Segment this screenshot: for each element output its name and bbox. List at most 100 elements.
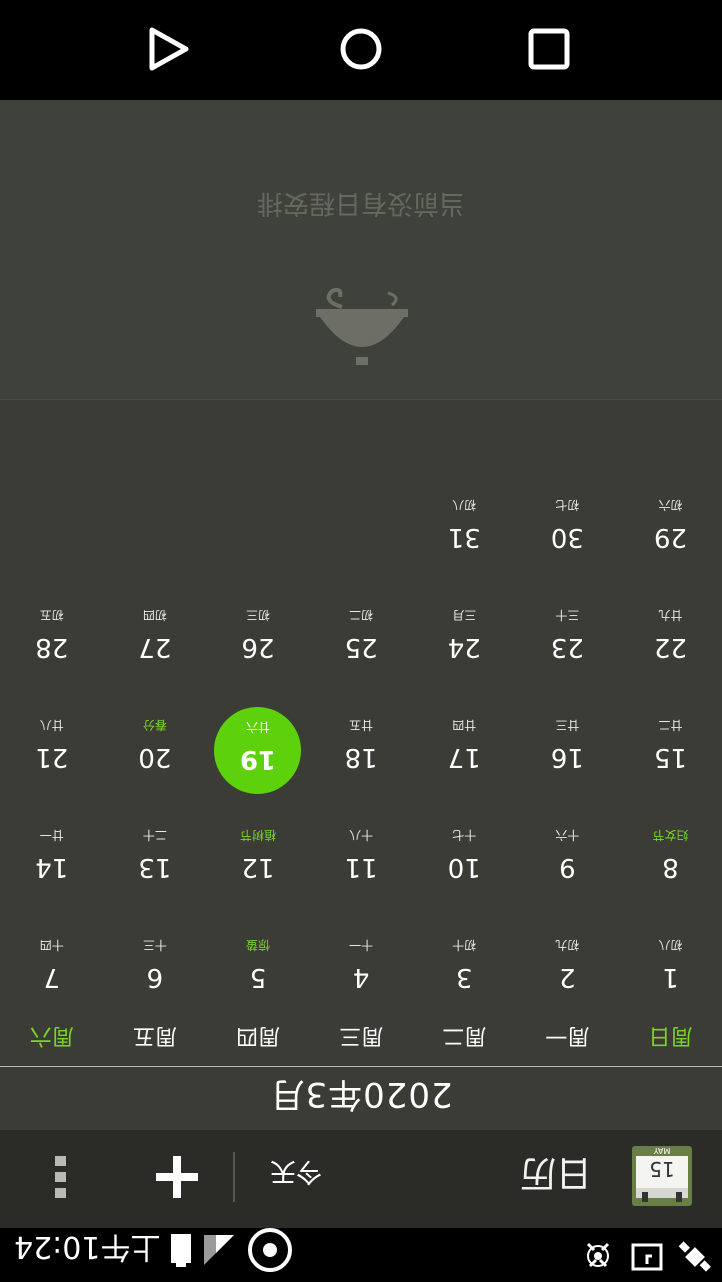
day-cell[interactable]: 16 廿三	[516, 684, 619, 794]
day-cell[interactable]: 29 初六	[619, 464, 722, 574]
weekday-header: 周日 周一 周二 周三 周四 周五 周六	[0, 1014, 722, 1056]
month-grid: 1 初八 2 初九 3 初十 4 十一 5 惊蛰 6 十三 7 十四 8 妇女节 9 十六 10 十七 11 十八 12 植树…	[0, 464, 722, 1014]
day-cell[interactable]: 10 十七	[413, 794, 516, 904]
day-number: 4	[352, 962, 370, 992]
weekday-label: 周一	[545, 1023, 590, 1048]
day-cell[interactable]: 22 廿九	[619, 574, 722, 684]
day-number: 20	[138, 742, 172, 772]
lunar-date: 十四	[39, 938, 64, 952]
lunar-date: 春分	[142, 718, 167, 732]
day-number: 18	[344, 742, 378, 772]
empty-day-cell	[310, 464, 413, 574]
day-number: 9	[559, 852, 576, 882]
day-number: 25	[344, 632, 378, 662]
day-cell[interactable]: 20 春分	[103, 684, 206, 794]
day-cell[interactable]: 4 十一	[310, 904, 413, 1014]
day-cell[interactable]: 9 十六	[516, 794, 619, 904]
day-cell[interactable]: 26 初三	[206, 574, 309, 684]
day-cell[interactable]: 11 十八	[310, 794, 413, 904]
day-cell[interactable]: 2 初九	[516, 904, 619, 1014]
back-icon[interactable]	[146, 26, 192, 72]
day-number: 19	[239, 744, 277, 774]
day-number: 5	[249, 962, 267, 992]
empty-day-cell	[0, 464, 103, 574]
status-time: 上午10:24	[14, 1229, 161, 1264]
day-number: 10	[447, 852, 481, 882]
day-cell[interactable]: 21 廿八	[0, 684, 103, 794]
week-row: 8 妇女节 9 十六 10 十七 11 十八 12 植树节 13 二十 14 廿一	[0, 794, 722, 904]
day-cell[interactable]: 1 初八	[619, 904, 722, 1014]
day-cell[interactable]: 14 廿一	[0, 794, 103, 904]
recents-icon[interactable]	[526, 26, 572, 72]
weekday-label: 周六	[29, 1023, 74, 1048]
sync-icon	[580, 1240, 616, 1274]
lunar-date: 十一	[349, 938, 374, 952]
day-cell[interactable]: 28 初五	[0, 574, 103, 684]
lunar-date: 廿二	[658, 718, 683, 732]
today-button[interactable]: 今天	[270, 1155, 322, 1192]
day-cell[interactable]: 13 二十	[103, 794, 206, 904]
lunar-date: 三月	[452, 608, 477, 622]
day-cell[interactable]: 30 初七	[516, 464, 619, 574]
day-cell[interactable]: 19 廿六	[206, 684, 309, 794]
lunar-date: 二十	[142, 828, 167, 842]
day-cell[interactable]: 31 初八	[413, 464, 516, 574]
lunar-date: 初十	[452, 938, 477, 952]
day-cell[interactable]: 6 十三	[103, 904, 206, 1014]
day-number: 11	[344, 852, 378, 882]
weekday-label: 周二	[442, 1023, 487, 1048]
navigation-bar	[0, 0, 722, 100]
lunar-date: 初五	[39, 608, 64, 622]
day-cell[interactable]: 24 三月	[413, 574, 516, 684]
day-cell[interactable]: 15 廿二	[619, 684, 722, 794]
bell-icon	[316, 287, 408, 365]
day-cell[interactable]: 7 十四	[0, 904, 103, 1014]
empty-day-cell	[206, 464, 309, 574]
month-title[interactable]: 2020年3月	[0, 1073, 722, 1122]
day-cell[interactable]: 27 初四	[103, 574, 206, 684]
lunar-date: 廿三	[555, 718, 580, 732]
day-number: 15	[653, 742, 687, 772]
lunar-date: 十七	[452, 828, 477, 842]
lunar-date: 妇女节	[652, 828, 689, 842]
day-number: 16	[550, 742, 584, 772]
day-cell[interactable]: 23 三十	[516, 574, 619, 684]
lunar-date: 初八	[452, 498, 477, 512]
calendar-logo-icon: 15 MAY	[632, 1146, 692, 1206]
lunar-date: 廿八	[39, 718, 64, 732]
day-number: 23	[550, 632, 584, 662]
day-number: 29	[653, 522, 687, 552]
day-cell[interactable]: 5 惊蛰	[206, 904, 309, 1014]
day-cell[interactable]: 3 初十	[413, 904, 516, 1014]
svg-text:MAY: MAY	[654, 1146, 671, 1155]
lunar-date: 十三	[142, 938, 167, 952]
weekday-label: 周五	[132, 1023, 177, 1048]
lunar-date: 初八	[658, 938, 683, 952]
day-cell[interactable]: 12 植树节	[206, 794, 309, 904]
day-number: 8	[662, 852, 679, 882]
home-icon[interactable]	[338, 26, 384, 72]
header-divider	[0, 1066, 722, 1067]
day-cell[interactable]: 8 妇女节	[619, 794, 722, 904]
day-number: 3	[455, 962, 473, 992]
week-row: 29 初六 30 初七 31 初八	[0, 464, 722, 574]
toolbar-divider	[233, 1152, 235, 1202]
add-icon[interactable]	[152, 1152, 202, 1202]
more-vert-icon[interactable]	[50, 1152, 70, 1202]
weekday-label: 周日	[648, 1023, 693, 1048]
day-cell[interactable]: 18 廿五	[310, 684, 413, 794]
day-cell[interactable]: 17 廿四	[413, 684, 516, 794]
lunar-date: 三十	[555, 608, 580, 622]
status-bar: 上午10:24	[0, 1228, 722, 1282]
day-number: 30	[550, 522, 584, 552]
weekday-label: 周三	[339, 1023, 384, 1048]
day-number: 31	[447, 522, 481, 552]
empty-state-text: 当前没有日程安排	[257, 188, 466, 218]
day-cell[interactable]: 25 初二	[310, 574, 413, 684]
day-number: 22	[653, 632, 687, 662]
day-number: 24	[447, 632, 481, 662]
weekday-label: 周四	[235, 1023, 280, 1048]
lunar-date: 十八	[349, 828, 374, 842]
lunar-date: 初四	[142, 608, 167, 622]
day-number: 2	[559, 962, 576, 992]
